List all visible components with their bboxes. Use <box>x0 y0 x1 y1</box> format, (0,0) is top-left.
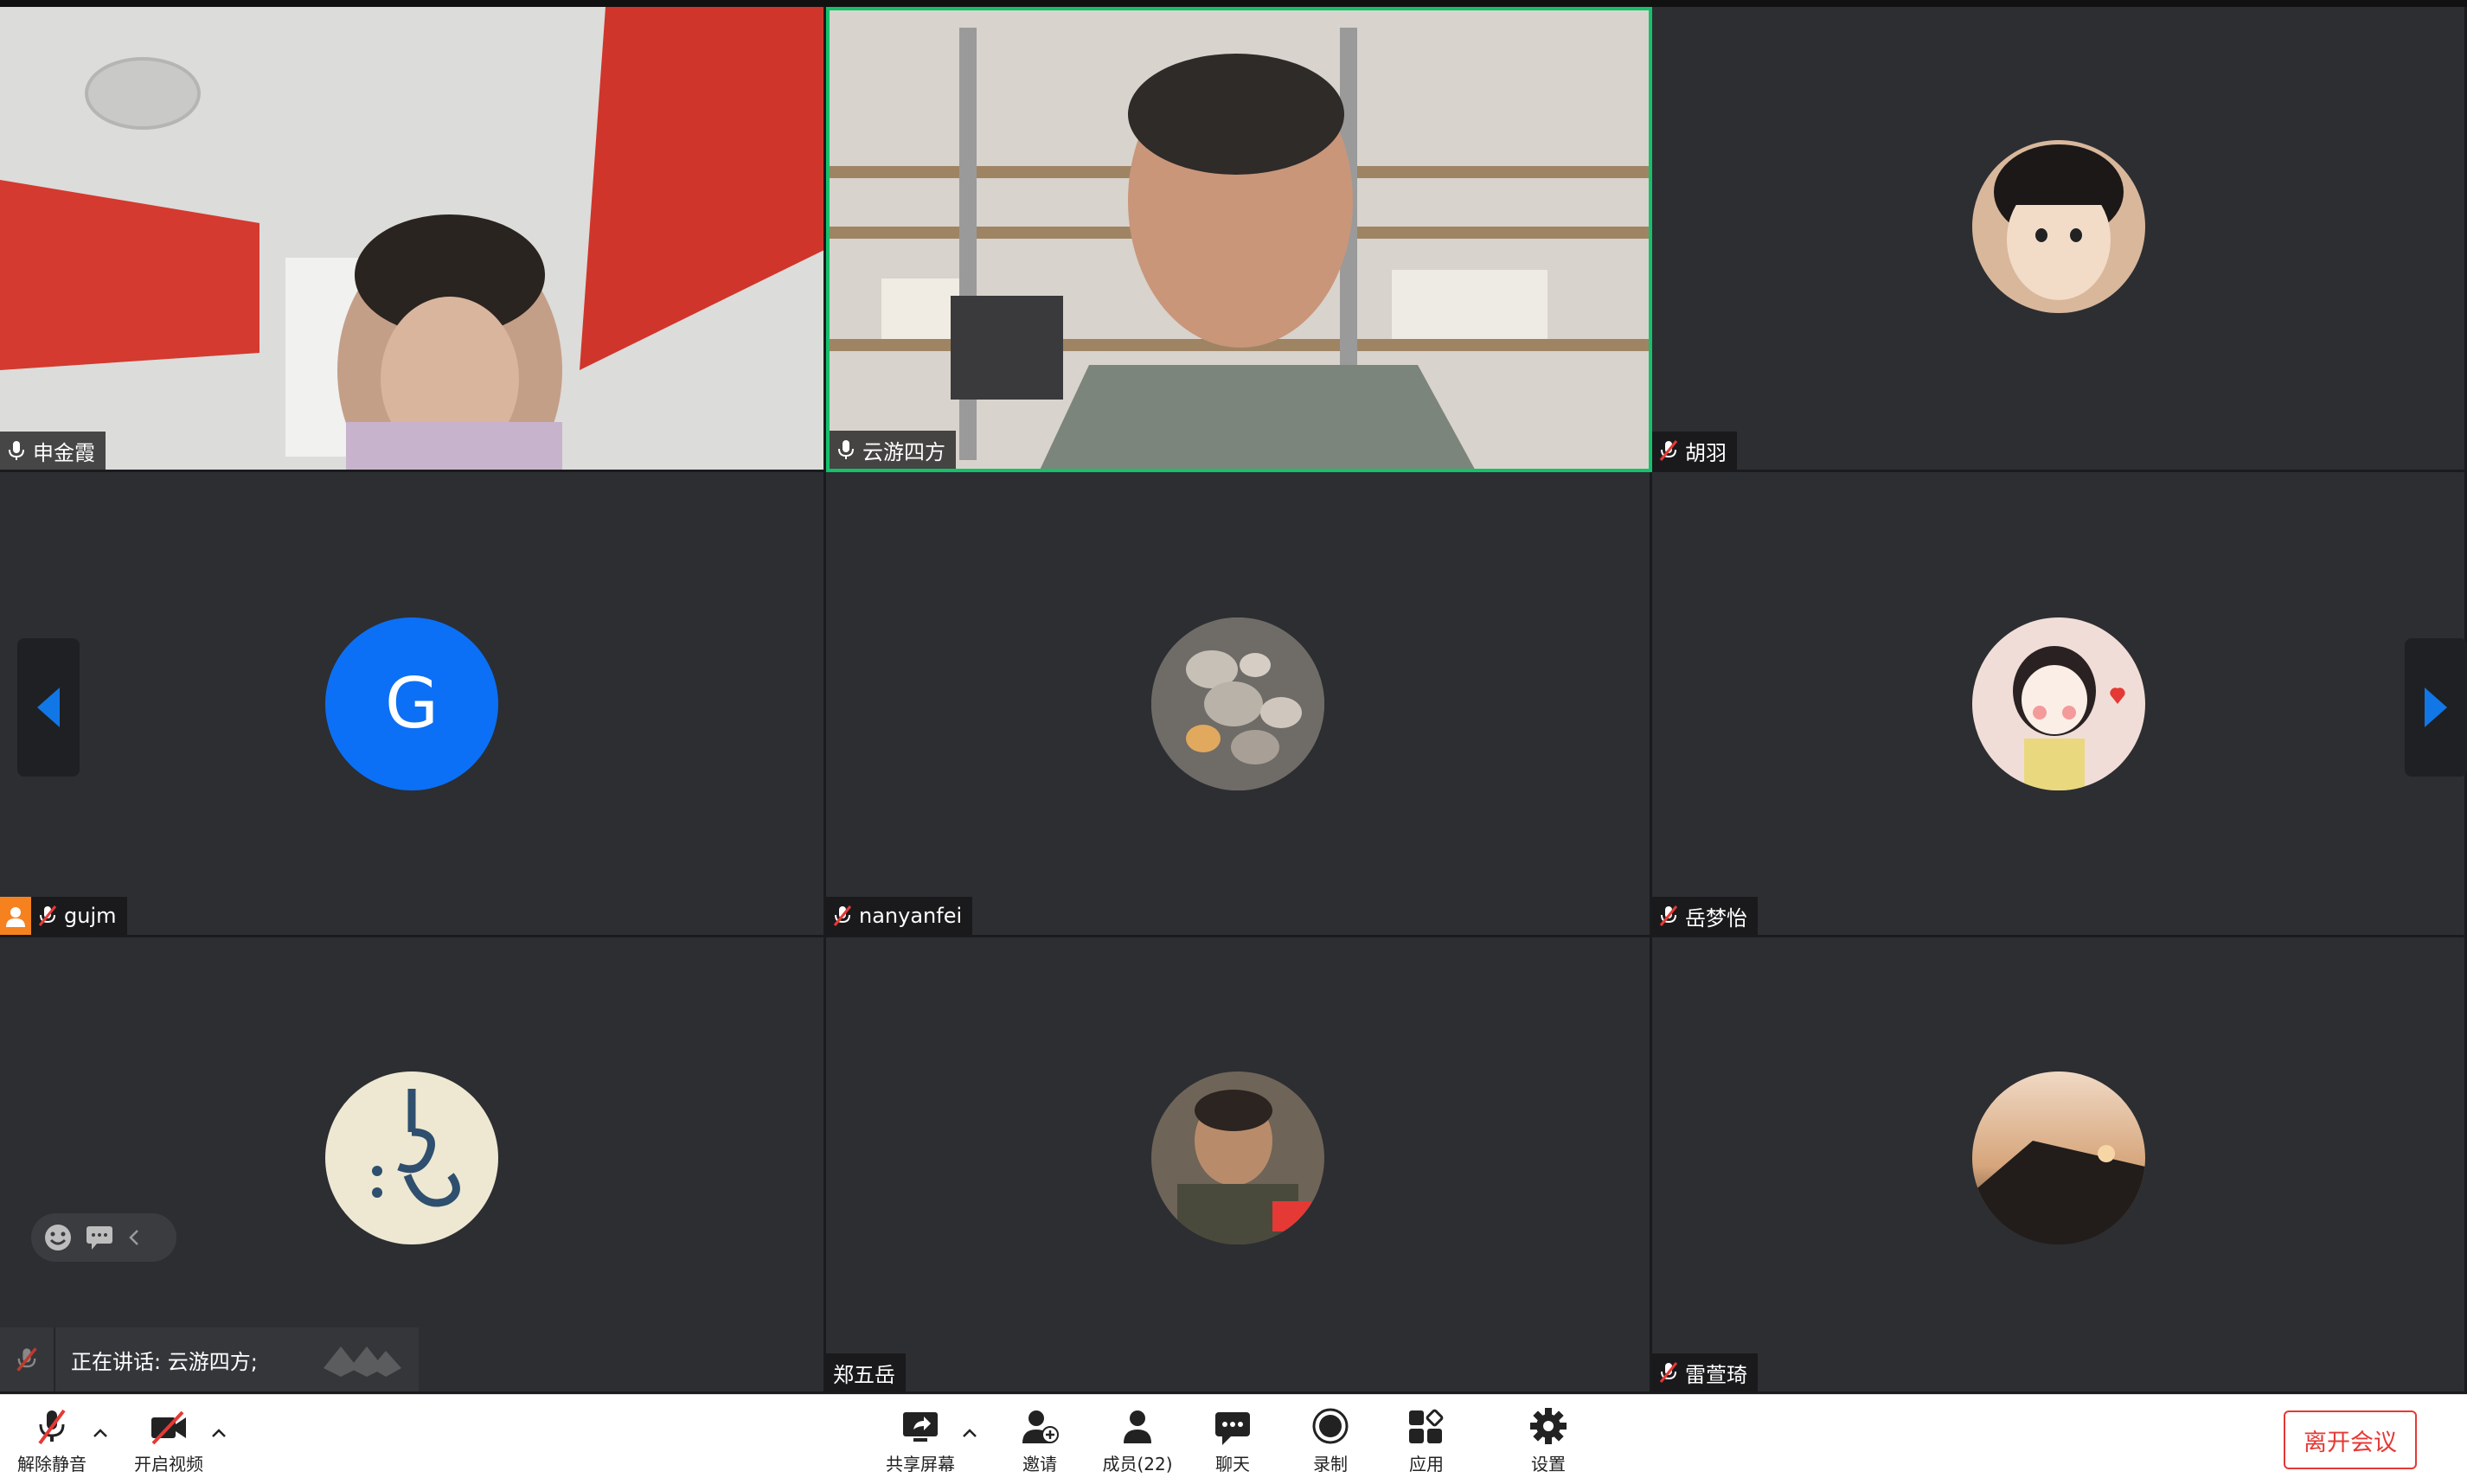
share-options-caret-icon[interactable] <box>960 1426 979 1440</box>
window-top-strip <box>0 0 2467 7</box>
reaction-toolbar <box>31 1213 176 1262</box>
add-user-icon <box>1022 1410 1059 1443</box>
microphone-muted-icon <box>38 1409 66 1445</box>
participant-name: 郑五岳 <box>833 1362 895 1387</box>
unmute-label: 解除静音 <box>17 1454 87 1474</box>
previous-page-button[interactable] <box>17 638 80 777</box>
banner-divider <box>54 1327 55 1391</box>
invite-button[interactable]: 邀请 <box>992 1407 1087 1476</box>
apps-button[interactable]: 应用 <box>1379 1407 1474 1476</box>
invite-label: 邀请 <box>1022 1454 1057 1474</box>
participant-avatar <box>1151 617 1324 790</box>
participant-name: 胡羽 <box>1685 440 1727 465</box>
participant-name: gujm <box>64 904 117 928</box>
active-speaker-banner: 正在讲话: 云游四方; <box>0 1327 419 1391</box>
audio-options-caret-icon[interactable] <box>91 1426 110 1440</box>
next-page-button[interactable] <box>2405 638 2467 777</box>
participant-avatar <box>325 1071 498 1244</box>
microphone-icon <box>9 441 24 460</box>
active-speaker-text: 正在讲话: 云游四方; <box>71 1349 258 1374</box>
participant-name: 雷萱琦 <box>1685 1362 1747 1387</box>
gear-icon <box>1530 1408 1567 1444</box>
participant-nametag: 胡羽 <box>1652 432 1737 470</box>
participant-nametag: 郑五岳 <box>826 1353 906 1391</box>
participant-avatar-letter: G <box>325 617 498 790</box>
participant-nametag: nanyanfei <box>826 897 973 935</box>
app-logo-icon <box>324 1346 401 1377</box>
chevron-right-icon <box>2425 688 2447 727</box>
record-icon <box>1312 1408 1349 1444</box>
participant-tile[interactable]: 雷萱琦 <box>1652 937 2467 1394</box>
apps-label: 应用 <box>1409 1454 1444 1474</box>
participant-avatar <box>1151 1071 1324 1244</box>
video-options-caret-icon[interactable] <box>209 1426 228 1440</box>
share-screen-button[interactable]: 共享屏幕 <box>873 1407 968 1476</box>
start-video-button[interactable]: 开启视频 <box>121 1407 216 1476</box>
participant-name: 云游四方 <box>862 439 945 464</box>
chat-button[interactable]: 聊天 <box>1185 1407 1280 1476</box>
microphone-muted-icon <box>1659 905 1678 926</box>
participant-avatar <box>1971 140 2145 313</box>
participant-tile[interactable]: 胡羽 <box>1652 7 2467 472</box>
share-screen-label: 共享屏幕 <box>886 1454 955 1474</box>
participant-nametag: 雷萱琦 <box>1652 1353 1758 1391</box>
participant-nametag: gujm <box>0 897 127 935</box>
apps-grid-icon <box>1409 1409 1444 1443</box>
settings-label: 设置 <box>1531 1454 1566 1474</box>
participant-tile[interactable]: nanyanfei <box>826 472 1652 937</box>
chevron-left-icon <box>37 688 60 727</box>
participant-nametag: 岳梦怡 <box>1652 897 1758 935</box>
meeting-toolbar: 解除静音 开启视频 共享屏幕 邀请 成员(22) 聊天 录制 应用 设置 离开会… <box>0 1394 2467 1484</box>
participant-video <box>0 7 823 470</box>
participant-tile-speaking[interactable]: 云游四方 <box>826 7 1652 472</box>
collapse-chevron-icon[interactable] <box>126 1227 142 1248</box>
emoji-icon[interactable] <box>43 1223 73 1252</box>
participant-video <box>830 10 1649 469</box>
microphone-muted-icon <box>16 1347 37 1372</box>
leave-meeting-button[interactable]: 离开会议 <box>2284 1410 2417 1469</box>
video-grid: 申金霞 云游四方 胡羽 G gujm nanyanfei 岳梦怡 郑五岳 雷萱琦 <box>0 7 2467 1394</box>
members-label: 成员(22) <box>1102 1454 1173 1474</box>
participant-tile[interactable]: 郑五岳 <box>826 937 1652 1394</box>
participant-avatar <box>1971 617 2145 790</box>
start-video-label: 开启视频 <box>134 1454 203 1474</box>
chat-label: 聊天 <box>1215 1454 1250 1474</box>
unmute-button[interactable]: 解除静音 <box>4 1407 99 1476</box>
members-icon <box>1124 1410 1151 1443</box>
record-label: 录制 <box>1313 1454 1348 1474</box>
microphone-icon <box>838 440 854 459</box>
participant-avatar <box>1971 1071 2145 1244</box>
members-button[interactable]: 成员(22) <box>1090 1407 1185 1476</box>
settings-button[interactable]: 设置 <box>1501 1407 1596 1476</box>
participant-name: 岳梦怡 <box>1685 905 1747 931</box>
microphone-muted-icon <box>1659 1362 1678 1383</box>
participant-tile[interactable] <box>0 937 826 1394</box>
participant-name: nanyanfei <box>859 904 963 928</box>
participant-nametag: 申金霞 <box>0 432 106 470</box>
microphone-muted-icon <box>1659 440 1678 461</box>
record-button[interactable]: 录制 <box>1283 1407 1378 1476</box>
host-icon <box>0 897 31 935</box>
chat-icon <box>1215 1412 1250 1445</box>
microphone-muted-icon <box>833 905 852 926</box>
share-screen-icon <box>903 1412 938 1442</box>
participant-tile[interactable]: 岳梦怡 <box>1652 472 2467 937</box>
participant-name: 申金霞 <box>33 440 95 465</box>
video-camera-off-icon <box>151 1410 186 1445</box>
participant-tile[interactable]: 申金霞 <box>0 7 826 472</box>
participant-nametag: 云游四方 <box>830 431 956 469</box>
microphone-muted-icon <box>38 905 57 926</box>
participant-tile[interactable]: G gujm <box>0 472 826 937</box>
chat-bubble-icon[interactable] <box>85 1225 114 1251</box>
